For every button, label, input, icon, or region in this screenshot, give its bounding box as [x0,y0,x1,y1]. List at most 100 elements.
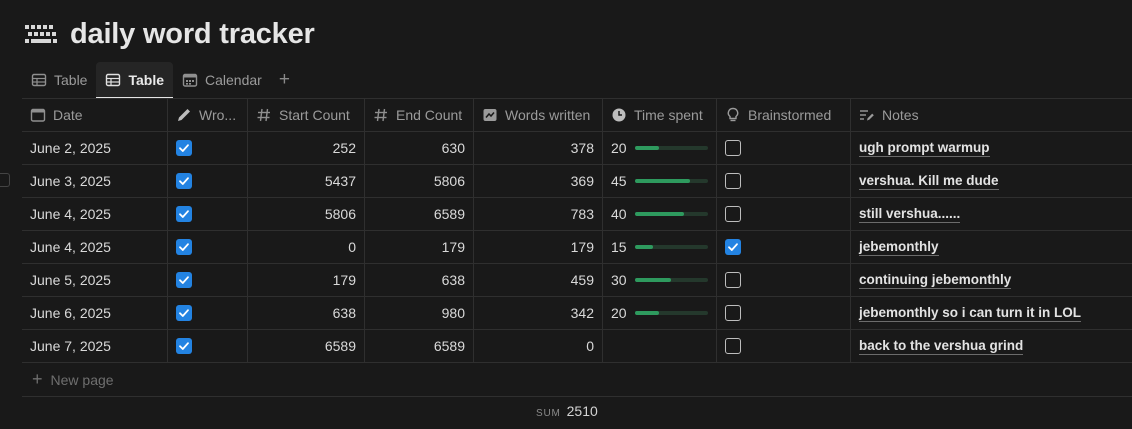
end-count-cell[interactable]: 638 [365,264,474,296]
column-header-time-spent[interactable]: Time spent [603,99,717,131]
time-progress: 45 [611,173,708,189]
date-cell[interactable]: June 4, 2025 [22,198,168,230]
notes-cell[interactable]: continuing jebemonthly [851,264,1132,296]
wrote-checkbox[interactable] [176,206,192,222]
note-link[interactable]: still vershua...... [859,206,961,223]
new-page-label: New page [50,371,114,388]
table-row[interactable]: June 7, 2025 6589 6589 0 back to the vershua… [22,330,1132,363]
tab-table-1[interactable]: Table [22,62,96,98]
column-header-start-count[interactable]: Start Count [248,99,365,131]
brainstormed-checkbox[interactable] [725,173,741,189]
wrote-checkbox[interactable] [176,305,192,321]
notes-cell[interactable]: ugh prompt warmup [851,132,1132,164]
end-count-cell[interactable]: 5806 [365,165,474,197]
progress-bar [634,212,708,216]
table-row[interactable]: June 4, 2025 5806 6589 783 40 still vershua..… [22,198,1132,231]
date-value: June 3, 2025 [30,173,111,189]
words-written-value: 459 [570,272,594,288]
time-spent-cell[interactable]: 40 [603,198,717,230]
note-link[interactable]: ugh prompt warmup [859,140,990,157]
add-view-button[interactable]: + [271,62,298,98]
brainstormed-checkbox[interactable] [725,239,741,255]
tab-calendar[interactable]: Calendar [173,62,271,98]
table-row[interactable]: June 6, 2025 638 980 342 20 jebemonthly so i … [22,297,1132,330]
note-link[interactable]: back to the vershua grind [859,338,1024,355]
date-value: June 4, 2025 [30,206,111,222]
time-spent-cell[interactable] [603,330,717,362]
end-count-cell[interactable]: 179 [365,231,474,263]
table-row[interactable]: June 2, 2025 252 630 378 20 ugh prompt warmup [22,132,1132,165]
date-cell[interactable]: June 2, 2025 [22,132,168,164]
brainstormed-checkbox[interactable] [725,305,741,321]
progress-bar [634,179,708,183]
time-spent-cell[interactable]: 20 [603,297,717,329]
wrote-checkbox[interactable] [176,272,192,288]
words-written-value: 369 [570,173,594,189]
end-count-cell[interactable]: 6589 [365,198,474,230]
start-count-cell[interactable]: 179 [248,264,365,296]
brainstormed-checkbox[interactable] [725,338,741,354]
column-label: Wro... [199,107,237,123]
note-link[interactable]: jebemonthly so i can turn it in LOL [859,305,1082,322]
table-row[interactable]: June 4, 2025 0 179 179 15 jebemonthly [22,231,1132,264]
start-count-cell[interactable]: 6589 [248,330,365,362]
date-cell[interactable]: June 7, 2025 [22,330,168,362]
wrote-cell [168,264,248,296]
row-handle[interactable] [0,173,10,187]
words-written-value: 0 [586,338,594,354]
date-cell[interactable]: June 3, 2025 [22,165,168,197]
page-title[interactable]: daily word tracker [70,18,315,51]
title-row: daily word tracker [24,14,315,54]
start-count-cell[interactable]: 5437 [248,165,365,197]
table-icon [106,73,121,87]
table-row[interactable]: June 5, 2025 179 638 459 30 continuing jebemo… [22,264,1132,297]
note-link[interactable]: vershua. Kill me dude [859,173,999,190]
new-page-button[interactable]: + New page [22,363,1132,397]
date-cell[interactable]: June 6, 2025 [22,297,168,329]
time-spent-cell[interactable]: 20 [603,132,717,164]
notes-cell[interactable]: still vershua...... [851,198,1132,230]
time-value: 20 [611,140,627,156]
column-label: Notes [882,107,919,123]
end-count-value: 638 [441,272,465,288]
brainstormed-checkbox[interactable] [725,206,741,222]
table-body: June 2, 2025 252 630 378 20 ugh prompt warmup… [22,132,1132,363]
wrote-checkbox[interactable] [176,173,192,189]
words-written-cell: 342 [474,297,603,329]
date-cell[interactable]: June 4, 2025 [22,231,168,263]
date-cell[interactable]: June 5, 2025 [22,264,168,296]
tab-table-2[interactable]: Table [96,62,173,99]
start-count-cell[interactable]: 638 [248,297,365,329]
time-spent-cell[interactable]: 30 [603,264,717,296]
brainstormed-checkbox[interactable] [725,272,741,288]
notes-cell[interactable]: back to the vershua grind [851,330,1132,362]
time-spent-cell[interactable]: 45 [603,165,717,197]
notes-cell[interactable]: jebemonthly [851,231,1132,263]
wrote-checkbox[interactable] [176,140,192,156]
notes-cell[interactable]: vershua. Kill me dude [851,165,1132,197]
column-header-words-written[interactable]: Words written [474,99,603,131]
column-header-notes[interactable]: Notes [851,99,1132,131]
words-written-value: 342 [570,305,594,321]
time-spent-cell[interactable]: 15 [603,231,717,263]
brainstormed-checkbox[interactable] [725,140,741,156]
column-header-wrote[interactable]: Wro... [168,99,248,131]
brainstormed-cell [717,231,851,263]
note-link[interactable]: jebemonthly [859,239,939,256]
words-sum[interactable]: SUM 2510 [536,403,598,419]
column-header-date[interactable]: Date [22,99,168,131]
start-count-cell[interactable]: 0 [248,231,365,263]
wrote-checkbox[interactable] [176,338,192,354]
start-count-cell[interactable]: 252 [248,132,365,164]
end-count-cell[interactable]: 980 [365,297,474,329]
column-header-brainstormed[interactable]: Brainstormed [717,99,851,131]
words-written-cell: 369 [474,165,603,197]
note-link[interactable]: continuing jebemonthly [859,272,1012,289]
start-count-cell[interactable]: 5806 [248,198,365,230]
end-count-cell[interactable]: 630 [365,132,474,164]
wrote-checkbox[interactable] [176,239,192,255]
notes-cell[interactable]: jebemonthly so i can turn it in LOL [851,297,1132,329]
column-header-end-count[interactable]: End Count [365,99,474,131]
end-count-cell[interactable]: 6589 [365,330,474,362]
table-row[interactable]: June 3, 2025 5437 5806 369 45 vershua. Kill m… [22,165,1132,198]
